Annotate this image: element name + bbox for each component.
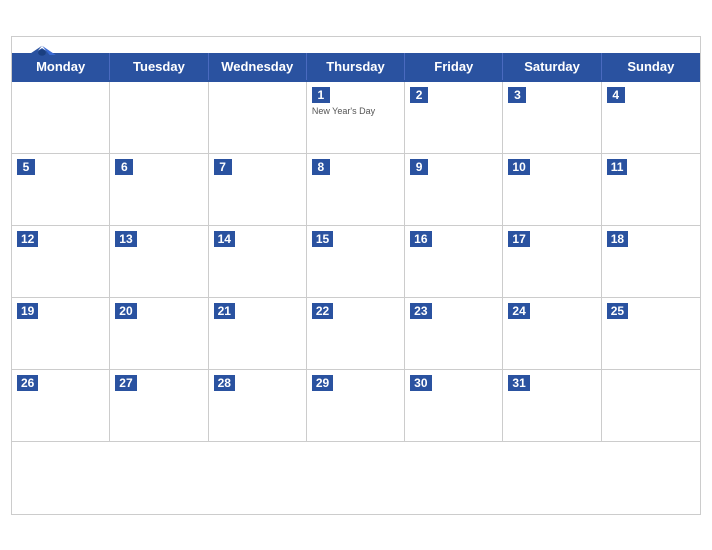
cell-date-number: 27 <box>115 375 136 391</box>
calendar-cell: 1 New Year's Day <box>307 82 405 154</box>
calendar-cell <box>209 82 307 154</box>
calendar-cell: 27 <box>110 370 208 442</box>
cell-date-number: 7 <box>214 159 232 175</box>
cell-date-number: 20 <box>115 303 136 319</box>
calendar-cell: 25 <box>602 298 700 370</box>
calendar-cell: 26 <box>12 370 110 442</box>
cell-date-number: 28 <box>214 375 235 391</box>
cell-date-number: 18 <box>607 231 628 247</box>
calendar-cell: 10 <box>503 154 601 226</box>
cell-date-number: 29 <box>312 375 333 391</box>
calendar-cell <box>602 370 700 442</box>
calendar-cell: 21 <box>209 298 307 370</box>
cell-date-number: 4 <box>607 87 625 103</box>
day-header-tuesday: Tuesday <box>110 53 208 80</box>
calendar-cell: 29 <box>307 370 405 442</box>
calendar-cell: 12 <box>12 226 110 298</box>
calendar-cell: 3 <box>503 82 601 154</box>
cell-date-number: 26 <box>17 375 38 391</box>
calendar-cell: 4 <box>602 82 700 154</box>
cell-date-number: 14 <box>214 231 235 247</box>
day-header-wednesday: Wednesday <box>209 53 307 80</box>
day-header-monday: Monday <box>12 53 110 80</box>
calendar-cell: 13 <box>110 226 208 298</box>
calendar-cell: 11 <box>602 154 700 226</box>
cell-event: New Year's Day <box>312 106 399 117</box>
day-header-friday: Friday <box>405 53 503 80</box>
logo-bird-icon <box>28 45 56 65</box>
calendar-cell: 18 <box>602 226 700 298</box>
calendar-cell: 5 <box>12 154 110 226</box>
cell-date-number: 21 <box>214 303 235 319</box>
cell-date-number: 25 <box>607 303 628 319</box>
calendar-cell: 8 <box>307 154 405 226</box>
cell-date-number: 5 <box>17 159 35 175</box>
calendar-cell: 9 <box>405 154 503 226</box>
cell-date-number: 31 <box>508 375 529 391</box>
day-header-thursday: Thursday <box>307 53 405 80</box>
calendar-cell: 6 <box>110 154 208 226</box>
cell-date-number: 9 <box>410 159 428 175</box>
calendar-cell <box>110 82 208 154</box>
cell-date-number: 6 <box>115 159 133 175</box>
calendar-cell: 15 <box>307 226 405 298</box>
calendar-cell: 31 <box>503 370 601 442</box>
calendar-header <box>12 37 700 53</box>
cell-date-number: 1 <box>312 87 330 103</box>
calendar-cell: 2 <box>405 82 503 154</box>
cell-date-number: 8 <box>312 159 330 175</box>
cell-date-number: 12 <box>17 231 38 247</box>
cell-date-number: 10 <box>508 159 529 175</box>
calendar-cell: 19 <box>12 298 110 370</box>
calendar-cell: 17 <box>503 226 601 298</box>
cell-date-number: 3 <box>508 87 526 103</box>
calendar-cell: 20 <box>110 298 208 370</box>
calendar-grid: 1New Year's Day2345678910111213141516171… <box>12 80 700 514</box>
day-header-sunday: Sunday <box>602 53 700 80</box>
calendar-cell: 22 <box>307 298 405 370</box>
cell-date-number: 23 <box>410 303 431 319</box>
calendar-cell <box>12 82 110 154</box>
cell-date-number: 22 <box>312 303 333 319</box>
calendar-cell: 14 <box>209 226 307 298</box>
calendar-cell: 7 <box>209 154 307 226</box>
calendar-cell: 24 <box>503 298 601 370</box>
cell-date-number: 19 <box>17 303 38 319</box>
calendar: MondayTuesdayWednesdayThursdayFridaySatu… <box>11 36 701 515</box>
day-header-saturday: Saturday <box>503 53 601 80</box>
cell-date-number: 30 <box>410 375 431 391</box>
cell-date-number: 17 <box>508 231 529 247</box>
logo <box>28 45 56 65</box>
calendar-cell: 16 <box>405 226 503 298</box>
calendar-cell: 28 <box>209 370 307 442</box>
calendar-cell: 30 <box>405 370 503 442</box>
cell-date-number: 11 <box>607 159 628 175</box>
day-headers-row: MondayTuesdayWednesdayThursdayFridaySatu… <box>12 53 700 80</box>
calendar-cell: 23 <box>405 298 503 370</box>
cell-date-number: 15 <box>312 231 333 247</box>
cell-date-number: 24 <box>508 303 529 319</box>
cell-date-number: 2 <box>410 87 428 103</box>
cell-date-number: 13 <box>115 231 136 247</box>
cell-date-number: 16 <box>410 231 431 247</box>
